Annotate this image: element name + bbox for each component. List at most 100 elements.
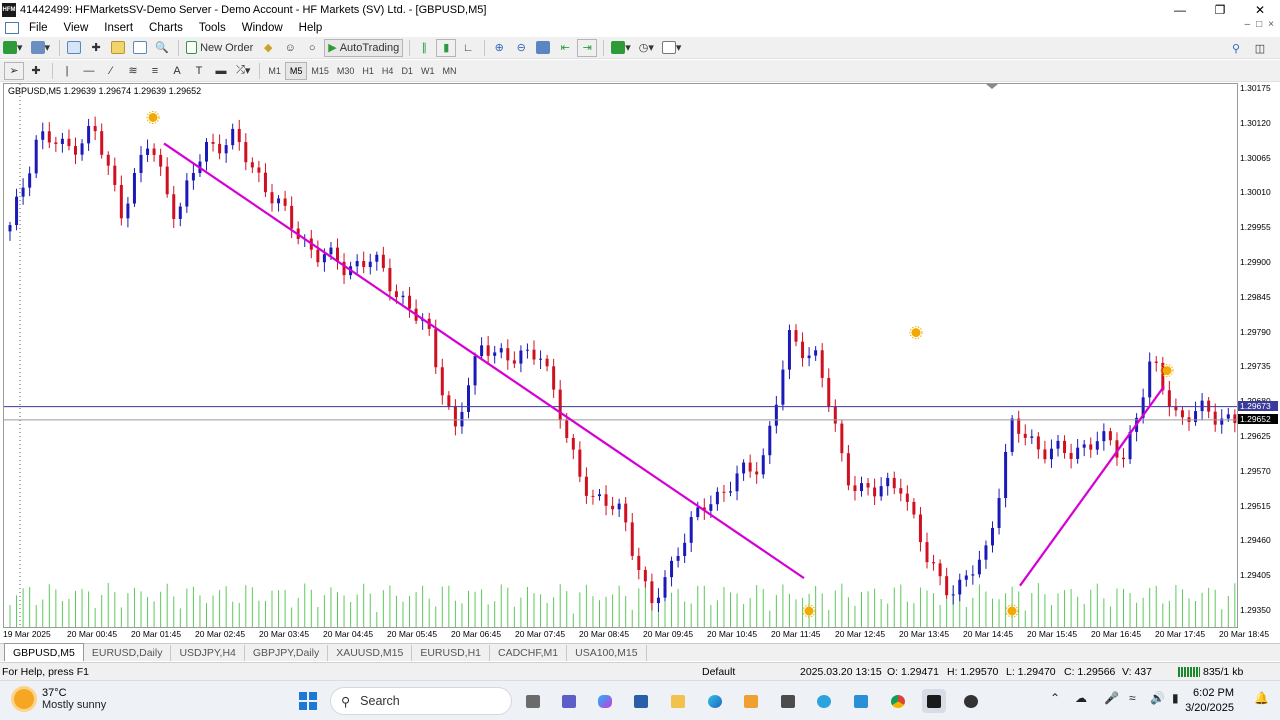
data-window-button[interactable]: ✚: [86, 39, 106, 57]
notification-bell-icon[interactable]: 🔔: [1254, 691, 1269, 705]
templates-button[interactable]: ▾: [659, 39, 685, 57]
menu-window[interactable]: Window: [234, 22, 291, 34]
minimize-button[interactable]: —: [1160, 0, 1200, 19]
timeframe-d1[interactable]: D1: [397, 62, 417, 80]
taskbar-search[interactable]: ⚲ Search: [330, 687, 512, 715]
candle-body: [558, 389, 562, 421]
menu-tools[interactable]: Tools: [191, 22, 234, 34]
taskbar-clock[interactable]: 6:02 PM 3/20/2025: [1185, 686, 1234, 716]
calculator-icon[interactable]: [776, 689, 800, 713]
line-chart-button[interactable]: ∟: [458, 39, 478, 57]
tab-eurusd-daily[interactable]: EURUSD,Daily: [84, 645, 172, 661]
mdi-close-icon[interactable]: ×: [1268, 19, 1274, 30]
profiles-button[interactable]: ▾: [28, 39, 54, 57]
indicators-button[interactable]: ▾: [608, 39, 634, 57]
autoscroll-button[interactable]: ⇥: [577, 38, 598, 57]
new-chart-button[interactable]: ▾: [0, 39, 26, 57]
horizontal-line-button[interactable]: —: [79, 62, 99, 80]
menu-help[interactable]: Help: [291, 22, 331, 34]
microphone-icon[interactable]: 🎤: [1104, 691, 1119, 705]
close-button[interactable]: ✕: [1240, 0, 1280, 19]
candle-body: [571, 437, 575, 450]
text-label-button[interactable]: T: [189, 62, 209, 80]
new-order-button[interactable]: New Order: [183, 39, 256, 57]
menu-charts[interactable]: Charts: [141, 22, 191, 34]
onedrive-icon[interactable]: ☁: [1075, 691, 1087, 705]
chat-button[interactable]: ◫: [1250, 39, 1270, 57]
timeframe-m1[interactable]: M1: [264, 62, 285, 80]
teams-icon[interactable]: [557, 689, 581, 713]
cursor-button[interactable]: ➢: [4, 61, 24, 80]
trendline-button[interactable]: ∕: [101, 62, 121, 80]
file-explorer-icon[interactable]: [666, 689, 690, 713]
tab-xauusd-m15[interactable]: XAUUSD,M15: [328, 645, 413, 661]
show-hidden-icons-icon[interactable]: ⌃: [1050, 691, 1060, 705]
menu-file[interactable]: File: [21, 22, 56, 34]
menu-view[interactable]: View: [56, 22, 97, 34]
time-axis[interactable]: 19 Mar 2025 20 Mar 00:45 20 Mar 01:45 20 Ma…: [0, 628, 1280, 641]
battery-icon[interactable]: ▮: [1172, 691, 1179, 705]
timeframe-m15[interactable]: M15: [307, 62, 333, 80]
tab-gbpusd-m5[interactable]: GBPUSD,M5: [4, 643, 84, 661]
shapes-dropdown-button[interactable]: ⤮ ▾: [233, 62, 253, 80]
crosshair-button[interactable]: ✚: [26, 62, 46, 80]
tab-usa100-m15[interactable]: USA100,M15: [567, 645, 647, 661]
search-button[interactable]: ⚲: [1226, 39, 1246, 57]
vertical-line-button[interactable]: |: [57, 62, 77, 80]
price-axis[interactable]: 1.30175 1.30120 1.30065 1.30010 1.29955 1.299…: [1238, 83, 1280, 628]
start-button[interactable]: [296, 689, 320, 713]
hfm-terminal-icon[interactable]: [922, 689, 946, 713]
tile-windows-button[interactable]: [533, 39, 553, 57]
candlestick-button[interactable]: ▮: [436, 38, 457, 57]
chart-shift-button[interactable]: ⇤: [555, 39, 575, 57]
navigator-button[interactable]: [108, 39, 128, 57]
zoom-in-button[interactable]: ⊕: [489, 39, 509, 57]
periods-button[interactable]: ◷ ▾: [636, 39, 657, 57]
candle-body: [846, 453, 850, 486]
tab-cadchf-m1[interactable]: CADCHF,M1: [490, 645, 568, 661]
timeframe-h4[interactable]: H4: [378, 62, 398, 80]
timeframe-w1[interactable]: W1: [417, 62, 439, 80]
edge-icon[interactable]: [703, 689, 727, 713]
market-watch-button[interactable]: [64, 39, 84, 57]
maximize-button[interactable]: ❐: [1200, 0, 1240, 19]
chrome-icon[interactable]: [886, 689, 910, 713]
price-tick-label: 1.29790: [1240, 326, 1271, 337]
weather-widget[interactable]: 37°C Mostly sunny: [14, 687, 106, 711]
arrows-button[interactable]: ▬: [211, 62, 231, 80]
chart-window[interactable]: GBPUSD,M5 1.29639 1.29674 1.29639 1.2965…: [3, 83, 1238, 628]
microsoft-store-icon[interactable]: [739, 689, 763, 713]
text-button[interactable]: A: [167, 62, 187, 80]
tab-eurusd-h1[interactable]: EURUSD,H1: [412, 645, 491, 661]
copilot-icon[interactable]: [593, 689, 617, 713]
tab-gbpjpy-daily[interactable]: GBPJPY,Daily: [245, 645, 329, 661]
timeframe-m5[interactable]: M5: [284, 61, 308, 80]
strategy-tester-button[interactable]: 🔍: [152, 39, 172, 57]
market-button[interactable]: ○: [302, 39, 322, 57]
bar-chart-button[interactable]: ∥: [414, 39, 434, 57]
fibonacci-button[interactable]: ≡: [145, 62, 165, 80]
tab-usdjpy-h4[interactable]: USDJPY,H4: [171, 645, 245, 661]
timeframe-h1[interactable]: H1: [358, 62, 378, 80]
snipping-tool-icon[interactable]: [629, 689, 653, 713]
task-view-icon[interactable]: [521, 689, 545, 713]
signals-button[interactable]: ☺: [280, 39, 300, 57]
mdi-restore-icon[interactable]: □: [1256, 19, 1262, 30]
equidistant-channel-button[interactable]: ≋: [123, 62, 143, 80]
timeframe-m30[interactable]: M30: [333, 62, 359, 80]
volume-icon[interactable]: 🔊: [1150, 691, 1165, 705]
terminal-button[interactable]: [130, 39, 150, 57]
price-chart[interactable]: [4, 84, 1238, 628]
mdi-minimize-icon[interactable]: –: [1245, 19, 1251, 30]
autotrading-button[interactable]: ▶ AutoTrading: [324, 38, 404, 57]
metaeditor-button[interactable]: ◆: [258, 39, 278, 57]
menu-insert[interactable]: Insert: [96, 22, 141, 34]
zoom-out-button[interactable]: ⊖: [511, 39, 531, 57]
price-tick-label: 1.29460: [1240, 535, 1271, 546]
wifi-icon[interactable]: ≈: [1129, 691, 1136, 705]
notepad-icon[interactable]: [849, 689, 873, 713]
document-icon[interactable]: [5, 22, 19, 34]
obs-icon[interactable]: [959, 689, 983, 713]
timeframe-mn[interactable]: MN: [438, 62, 460, 80]
telegram-icon[interactable]: [812, 689, 836, 713]
